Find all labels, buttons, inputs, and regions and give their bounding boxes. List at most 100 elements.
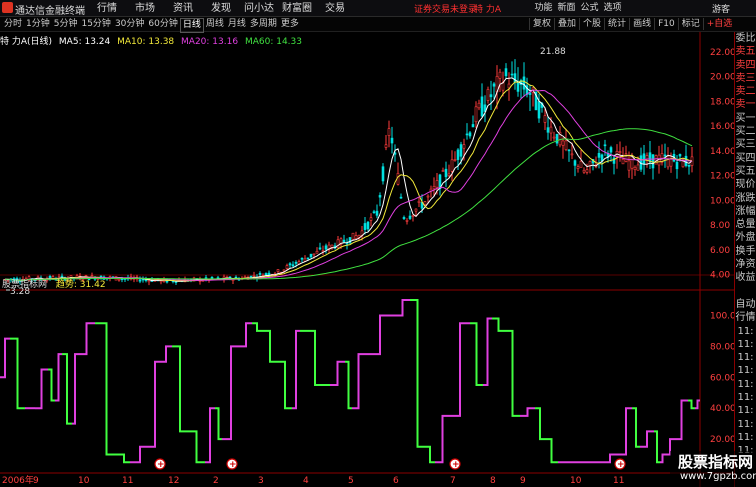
tab-1min[interactable]: 1分钟 (24, 18, 52, 33)
stock-button[interactable]: 个股 (579, 18, 604, 30)
candle-body (276, 269, 280, 272)
adjust-button[interactable]: 复权 (529, 18, 554, 30)
indicator-axis-labels: 100.0 80.00 60.00 40.00 20.00 (710, 311, 734, 445)
tab-daily[interactable]: 日线 (179, 18, 204, 33)
candle-body (312, 253, 316, 256)
statistics-button[interactable]: 统计 (604, 18, 629, 30)
menu-market[interactable]: 市场 (126, 1, 164, 16)
f10-button[interactable]: F10 (654, 18, 678, 30)
tab-intraday[interactable]: 分时 (2, 18, 24, 33)
mark-button[interactable]: 标记 (677, 18, 703, 30)
tab-30min[interactable]: 30分钟 (113, 18, 146, 33)
menu-trade[interactable]: 交易 (316, 1, 354, 16)
candle-body (642, 153, 646, 165)
candle-body (306, 257, 310, 260)
candle-body (555, 133, 559, 144)
tab-multi-period[interactable]: 多周期 (248, 18, 279, 33)
draw-line-button[interactable]: 画线 (629, 18, 654, 30)
function-button[interactable]: 功能 (532, 1, 555, 16)
date-tick-label: 6 (393, 476, 399, 486)
menu-news[interactable]: 资讯 (164, 1, 202, 16)
side-panel-item: 换手 (735, 245, 756, 257)
trend-segment (150, 360, 160, 448)
trend-segment (205, 407, 215, 464)
buy-signal-plus: + (229, 460, 237, 470)
ma5-value: MA5: 13.24 (58, 37, 111, 47)
candle-body (372, 211, 376, 214)
menu-wealth[interactable]: 财富圈 (278, 1, 316, 16)
tab-60min[interactable]: 60分钟 (146, 18, 179, 33)
tab-15min[interactable]: 15分钟 (79, 18, 112, 33)
candle-body (456, 149, 460, 160)
menu-quotes[interactable]: 行情 (88, 1, 126, 16)
ma10-line (4, 80, 693, 282)
trend-segment (395, 299, 410, 317)
price-tick-label: 22.00 (710, 48, 734, 58)
menu-discover[interactable]: 发现 (202, 1, 240, 16)
top-right-menu: 功能 新面 公式 选项 (532, 1, 624, 16)
trend-segment (505, 329, 520, 417)
add-watchlist-button[interactable]: +自选 (702, 18, 736, 30)
trend-segment (95, 322, 118, 456)
price-tick-label: 4.00 (710, 271, 730, 281)
candle-body (459, 144, 463, 157)
side-panel-item: 外盘 (735, 232, 756, 244)
login-status[interactable]: 证券交易未登录 (414, 2, 477, 15)
candle-body (513, 73, 517, 83)
indicator-tick-label: 80.00 (710, 342, 734, 352)
indicator-tick-label: 20.00 (710, 435, 734, 445)
date-tick-label: 10 (78, 476, 90, 486)
overlay-button[interactable]: 叠加 (554, 18, 579, 30)
candle-body (564, 140, 568, 150)
candle-body (579, 160, 583, 168)
candle-body (384, 144, 388, 148)
candle-body (480, 96, 484, 117)
trend-segment (240, 322, 252, 348)
price-tick-label: 10.00 (710, 196, 734, 206)
candle-body (597, 153, 601, 158)
date-tick-label: 3 (258, 476, 264, 486)
side-panel-item: 涨跌 (735, 192, 756, 204)
trend-segment (292, 329, 300, 410)
candle-body (354, 235, 358, 239)
trend-segment (352, 353, 365, 410)
visitor-label[interactable]: 游客 (712, 2, 730, 15)
candle-body (294, 262, 298, 264)
trend-segment (620, 407, 632, 456)
candle-body (567, 149, 571, 152)
candle-body (288, 263, 292, 266)
formula-button[interactable]: 公式 (578, 1, 601, 16)
tab-5min[interactable]: 5分钟 (52, 18, 80, 33)
tab-more[interactable]: 更多 (279, 18, 301, 33)
side-panel-item (735, 285, 756, 298)
candle-body (552, 136, 556, 139)
side-panel-item: 买三 (735, 139, 756, 151)
side-panel-item: 卖四 (735, 59, 756, 71)
options-button[interactable]: 选项 (601, 1, 624, 16)
candle-body (471, 124, 475, 128)
candle-body (375, 210, 379, 216)
high-price-annotation: 21.88 (540, 47, 566, 57)
side-panel-item: 自动 (735, 298, 756, 310)
trend-segment (215, 407, 222, 441)
trend-segment (10, 337, 25, 410)
new-page-button[interactable]: 新面 (555, 1, 578, 16)
tab-weekly[interactable]: 周线 (204, 18, 226, 33)
tab-monthly[interactable]: 月线 (226, 18, 248, 33)
side-panel-item: 卖五 (735, 46, 756, 58)
kline-chart[interactable]: 22.00 20.00 18.00 16.00 14.00 12.00 10.00 8.00 6… (0, 32, 734, 487)
candle-body (426, 195, 430, 198)
candle-body (117, 278, 121, 281)
trend-segment (483, 317, 492, 386)
candle-body (666, 155, 670, 168)
date-tick-label: 11 (613, 476, 624, 486)
candle-body (411, 215, 415, 217)
menu-ask[interactable]: 问小达 (240, 1, 278, 16)
side-panel-item: 卖三 (735, 72, 756, 84)
trend-segment (470, 322, 483, 386)
trend-segment (435, 414, 450, 464)
ma-info-bar: 特 力A(日线) MA5: 13.24 MA10: 13.38 MA20: 13… (0, 34, 306, 47)
app-logo-icon (2, 2, 13, 13)
candle-body (315, 250, 319, 254)
side-panel-item: 11: (737, 338, 754, 350)
